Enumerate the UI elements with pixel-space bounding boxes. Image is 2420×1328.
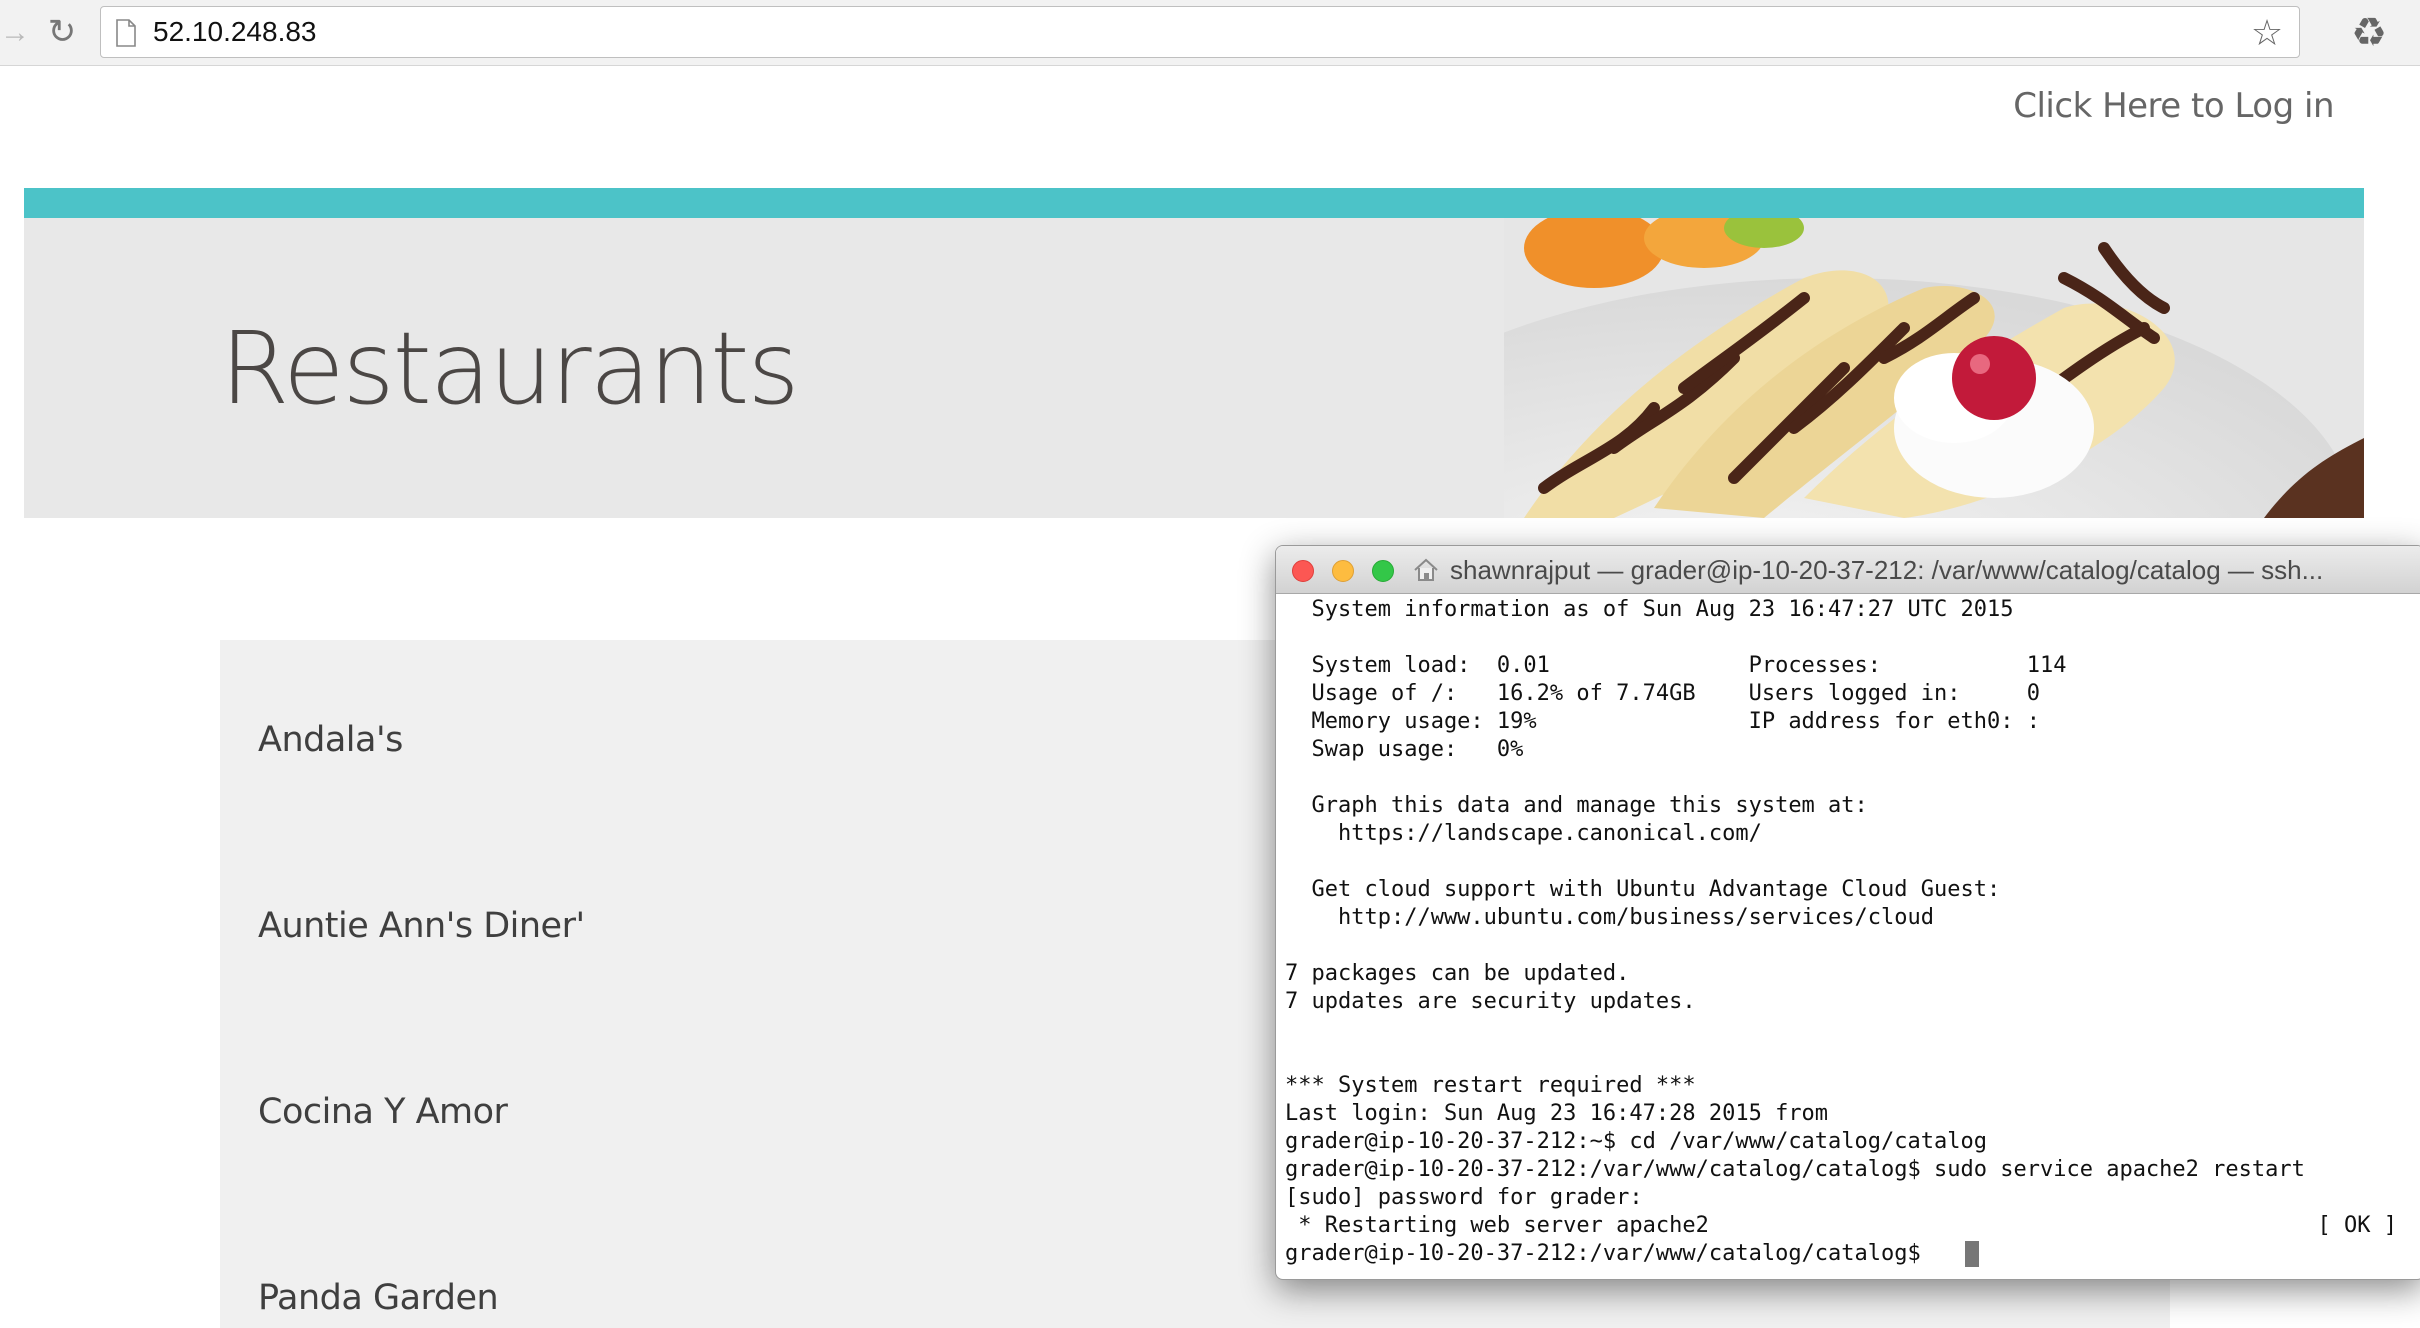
home-icon: [1414, 558, 1438, 581]
browser-toolbar: → ↻ 52.10.248.83 ☆ ♻: [0, 0, 2420, 66]
terminal-line: Swap usage: 0%: [1285, 737, 1524, 762]
terminal-line: * Restarting web server apache2: [1285, 1213, 1709, 1238]
terminal-line: System load: 0.01 Processes: 114: [1285, 653, 2067, 678]
terminal-line: Get cloud support with Ubuntu Advantage …: [1285, 877, 2001, 902]
page-icon: [116, 19, 136, 47]
terminal-ok-status: [ OK ]: [2317, 1213, 2397, 1238]
page-title: Restaurants: [220, 310, 800, 427]
terminal-line: grader@ip-10-20-37-212:/var/www/catalog/…: [1285, 1157, 2305, 1182]
terminal-line: *** System restart required ***: [1285, 1073, 1696, 1098]
terminal-line: Usage of /: 16.2% of 7.74GB Users logged…: [1285, 681, 2040, 706]
minimize-button[interactable]: [1332, 560, 1354, 582]
address-bar[interactable]: 52.10.248.83 ☆: [100, 6, 2300, 58]
zoom-button[interactable]: [1372, 560, 1394, 582]
terminal-line: [sudo] password for grader:: [1285, 1185, 1643, 1210]
restaurant-item[interactable]: Cocina Y Amor: [258, 1092, 508, 1132]
url-text[interactable]: 52.10.248.83: [153, 7, 317, 57]
dessert-image: [1504, 218, 2364, 518]
terminal-output[interactable]: System information as of Sun Aug 23 16:4…: [1285, 596, 2417, 1276]
restaurant-item[interactable]: Andala's: [258, 720, 403, 760]
recycle-icon[interactable]: ♻: [2344, 8, 2394, 58]
reload-icon[interactable]: ↻: [42, 12, 82, 52]
forward-arrow-icon[interactable]: →: [0, 14, 30, 52]
banner: Restaurants: [24, 188, 2364, 518]
terminal-line: 7 updates are security updates.: [1285, 989, 1696, 1014]
terminal-titlebar[interactable]: shawnrajput — grader@ip-10-20-37-212: /v…: [1276, 546, 2420, 594]
terminal-line: grader@ip-10-20-37-212:~$ cd /var/www/ca…: [1285, 1129, 1987, 1154]
terminal-line: Last login: Sun Aug 23 16:47:28 2015 fro…: [1285, 1101, 1829, 1126]
terminal-prompt-line[interactable]: grader@ip-10-20-37-212:/var/www/catalog/…: [1285, 1240, 1934, 1268]
terminal-line: Graph this data and manage this system a…: [1285, 793, 1868, 818]
terminal-line: 7 packages can be updated.: [1285, 961, 1630, 986]
star-icon[interactable]: ☆: [2245, 11, 2289, 55]
close-button[interactable]: [1292, 560, 1314, 582]
terminal-cursor: [1965, 1241, 1979, 1267]
terminal-window[interactable]: shawnrajput — grader@ip-10-20-37-212: /v…: [1275, 545, 2420, 1280]
restaurant-item[interactable]: Auntie Ann's Diner': [258, 906, 585, 946]
terminal-line: http://www.ubuntu.com/business/services/…: [1285, 905, 1935, 930]
terminal-title: shawnrajput — grader@ip-10-20-37-212: /v…: [1450, 555, 2324, 585]
banner-accent-stripe: [24, 188, 2364, 218]
terminal-line: System information as of Sun Aug 23 16:4…: [1285, 597, 2014, 622]
restaurant-item[interactable]: Panda Garden: [258, 1278, 499, 1318]
terminal-line: Memory usage: 19% IP address for eth0: :: [1285, 709, 2040, 734]
login-link[interactable]: Click Here to Log in: [2013, 86, 2334, 126]
terminal-line: https://landscape.canonical.com/: [1285, 821, 1762, 846]
